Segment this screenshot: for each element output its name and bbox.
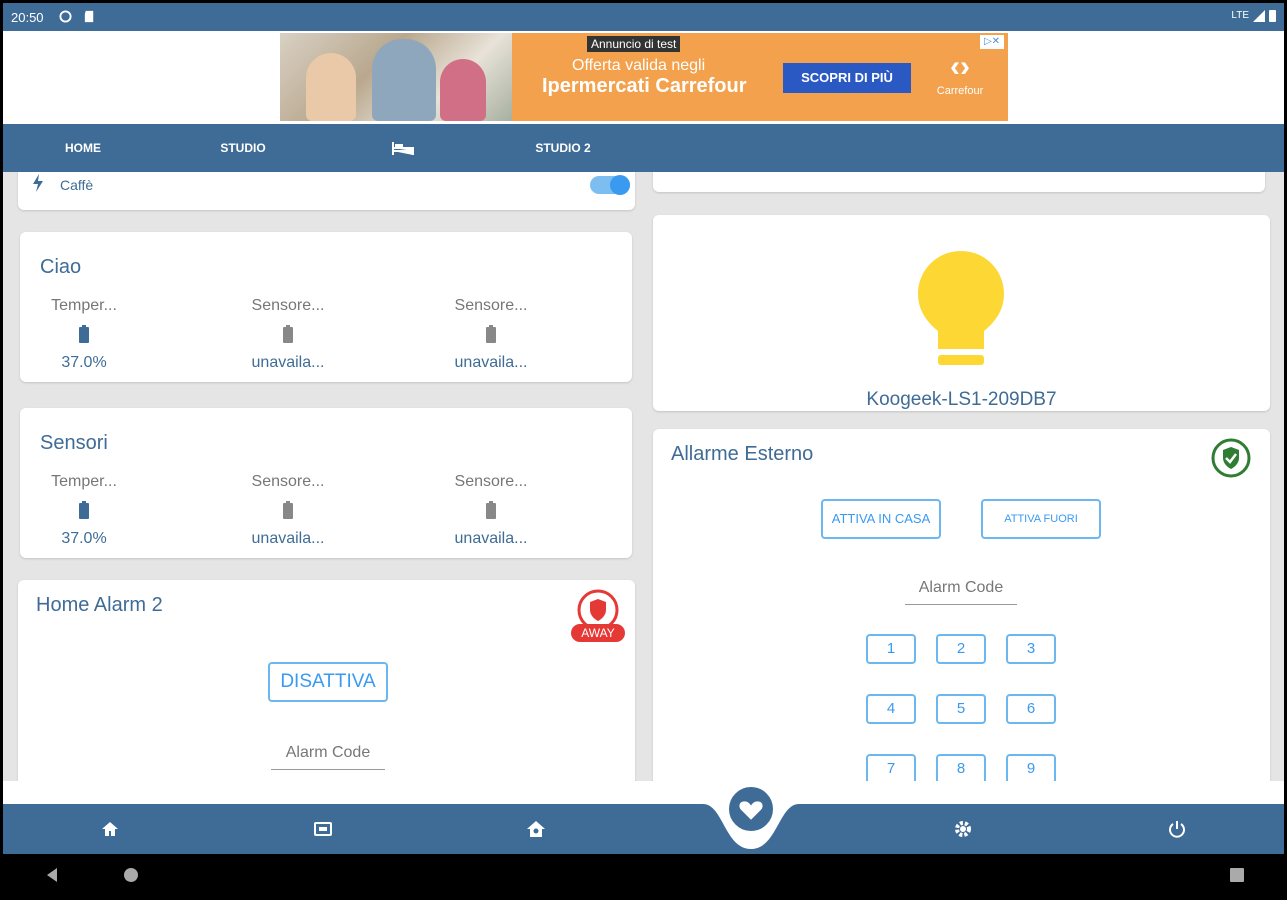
top-tab-bar: HOME STUDIO STUDIO 2	[3, 124, 1284, 172]
switch-label: Caffè	[60, 177, 94, 193]
keypad-key[interactable]: 5	[936, 694, 986, 724]
alarm-code-input[interactable]: Alarm Code	[271, 744, 385, 770]
dashboard-icon[interactable]	[313, 819, 333, 839]
status-right: LTE	[1231, 9, 1276, 22]
ad-test-label: Annuncio di test	[587, 36, 681, 52]
keypad-key[interactable]: 1	[866, 634, 916, 664]
home-button-icon[interactable]	[123, 867, 139, 883]
battery-unknown-icon	[486, 325, 496, 343]
house-icon[interactable]	[526, 819, 546, 839]
signal-icon	[1253, 9, 1265, 22]
sensor-card-sensori: Sensori Temper... 37.0% Sensore... unava…	[20, 408, 632, 558]
sensor-item[interactable]: Sensore... unavaila...	[431, 473, 551, 548]
battery-unknown-icon	[283, 501, 293, 519]
keypad-key[interactable]: 9	[1006, 754, 1056, 781]
keypad-key[interactable]: 3	[1006, 634, 1056, 664]
caffe-toggle[interactable]	[590, 175, 630, 195]
battery-icon	[1269, 10, 1276, 22]
sensor-card-ciao: Ciao Temper... 37.0% Sensore... unavaila…	[20, 232, 632, 382]
sensor-item[interactable]: Temper... 37.0%	[24, 473, 144, 548]
card-title: Allarme Esterno	[671, 443, 814, 465]
bolt-icon	[33, 174, 43, 192]
sd-card-icon	[84, 10, 94, 23]
data-saver-icon	[59, 10, 72, 23]
back-icon[interactable]	[45, 867, 59, 883]
tab-studio-2[interactable]: STUDIO 2	[523, 124, 603, 172]
disarm-button[interactable]: DISATTIVA	[268, 662, 388, 702]
battery-unknown-icon	[283, 325, 293, 343]
system-nav-bar	[3, 854, 1284, 897]
shield-check-icon[interactable]	[1210, 437, 1252, 479]
keypad-key[interactable]: 7	[866, 754, 916, 781]
light-name: Koogeek-LS1-209DB7	[866, 389, 1057, 410]
ad-headline: Offerta valida negli	[572, 57, 706, 74]
ad-subheadline: Ipermercati Carrefour	[542, 75, 747, 97]
tab-home[interactable]: HOME	[43, 124, 123, 172]
settings-icon[interactable]	[953, 819, 973, 839]
ad-photo	[280, 33, 512, 121]
battery-full-icon	[79, 325, 89, 343]
carrefour-logo: ‹› Carrefour	[936, 50, 984, 97]
recents-icon[interactable]	[1230, 868, 1244, 882]
alarm-away-badge[interactable]: AWAY	[568, 588, 628, 644]
power-icon[interactable]	[1167, 819, 1187, 839]
keypad-key[interactable]: 6	[1006, 694, 1056, 724]
sensor-item[interactable]: Temper... 37.0%	[24, 297, 144, 372]
alarm-card-home-alarm-2: Home Alarm 2 AWAY DISATTIVA Alarm Code	[18, 580, 635, 781]
status-badge: AWAY	[571, 624, 625, 642]
app-window: 20:50 LTE Annuncio di test Offerta valid…	[3, 3, 1284, 897]
sensor-item[interactable]: Sensore... unavaila...	[228, 297, 348, 372]
favorites-fab[interactable]	[726, 784, 776, 834]
card-title: Home Alarm 2	[36, 594, 163, 616]
card-title: Sensori	[40, 432, 108, 454]
status-time: 20:50	[11, 10, 44, 25]
arm-away-button[interactable]: ATTIVA FUORI	[981, 499, 1101, 539]
sensor-item[interactable]: Sensore... unavaila...	[228, 473, 348, 548]
light-card[interactable]: Koogeek-LS1-209DB7	[653, 215, 1270, 411]
alarm-card-allarme-esterno: Allarme Esterno ATTIVA IN CASA ATTIVA FU…	[653, 429, 1270, 781]
ad-banner[interactable]: Annuncio di test Offerta valida negli Ip…	[280, 33, 1008, 121]
switch-card-caffe: Caffè	[18, 172, 635, 210]
bed-icon	[392, 142, 414, 155]
status-bar: 20:50 LTE	[3, 3, 1284, 31]
home-icon[interactable]	[100, 819, 120, 839]
bottom-nav-bar	[3, 804, 1284, 854]
dashboard-content: Caffè Ciao Temper... 37.0% Sensore... un…	[3, 172, 1284, 781]
keypad-key[interactable]: 2	[936, 634, 986, 664]
card-title: Ciao	[40, 256, 82, 278]
network-label: LTE	[1231, 10, 1249, 21]
tab-studio[interactable]: STUDIO	[203, 124, 283, 172]
arm-home-button[interactable]: ATTIVA IN CASA	[821, 499, 941, 539]
keypad-key[interactable]: 4	[866, 694, 916, 724]
alarm-code-input[interactable]: Alarm Code	[905, 579, 1017, 605]
tab-bedroom[interactable]	[373, 124, 433, 172]
lightbulb-icon[interactable]	[916, 249, 1006, 377]
battery-unknown-icon	[486, 501, 496, 519]
battery-full-icon	[79, 501, 89, 519]
card-partial-top	[653, 172, 1265, 192]
keypad-key[interactable]: 8	[936, 754, 986, 781]
ad-cta-button[interactable]: SCOPRI DI PIÙ	[783, 63, 911, 93]
favorite-icon	[739, 801, 763, 820]
sensor-item[interactable]: Sensore... unavaila...	[431, 297, 551, 372]
ad-area: Annuncio di test Offerta valida negli Ip…	[3, 31, 1284, 124]
ad-choices-icon[interactable]: ▷✕	[980, 35, 1004, 49]
